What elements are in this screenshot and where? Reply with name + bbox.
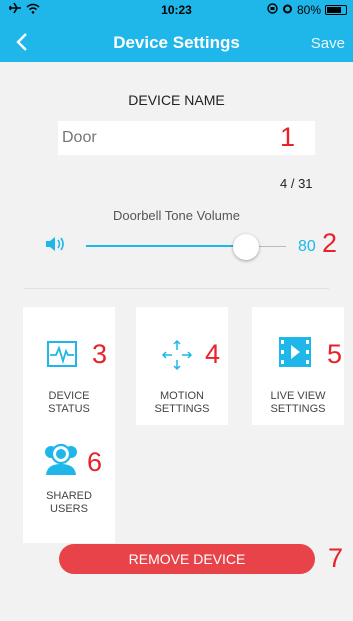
- slider-fill: [86, 245, 246, 247]
- status-bar: 10:23 80%: [0, 0, 353, 20]
- char-count: 4 / 31: [280, 176, 313, 191]
- move-arrows-icon: [160, 338, 194, 377]
- device-name-input[interactable]: [58, 121, 315, 155]
- alarm-icon: [282, 3, 293, 17]
- marker-2: 2: [322, 228, 338, 258]
- divider: [24, 288, 329, 289]
- remove-device-button[interactable]: REMOVE DEVICE: [59, 544, 315, 574]
- save-button[interactable]: Save: [311, 35, 345, 52]
- speaker-icon: [44, 235, 66, 258]
- slider-thumb[interactable]: [233, 234, 259, 260]
- live-view-settings-tile[interactable]: 5 LIVE VIEW SETTINGS: [252, 307, 344, 425]
- battery-percent: 80%: [296, 3, 321, 17]
- tile-label-line1: DEVICE: [48, 390, 90, 402]
- marker-6: 6: [87, 447, 103, 477]
- shared-users-tile[interactable]: 6 SHARED USERS: [23, 425, 115, 543]
- marker-5: 5: [327, 339, 343, 369]
- volume-slider[interactable]: [86, 233, 286, 261]
- volume-label: Doorbell Tone Volume: [113, 208, 240, 223]
- tile-label-line2: USERS: [50, 503, 88, 515]
- video-film-icon: [279, 337, 311, 372]
- tile-label-line2: SETTINGS: [270, 403, 326, 415]
- motion-settings-tile[interactable]: 4 MOTION SETTINGS: [136, 307, 228, 425]
- tile-label-line1: SHARED: [46, 490, 92, 502]
- marker-3: 3: [92, 339, 108, 369]
- marker-4: 4: [205, 339, 221, 369]
- tile-label-line2: SETTINGS: [154, 403, 210, 415]
- rotation-lock-icon: [267, 3, 278, 17]
- battery-icon: [325, 5, 347, 15]
- marker-1: 1: [280, 122, 296, 152]
- activity-monitor-icon: [47, 341, 77, 372]
- header-bar: 10:23 80% Device Settings Save: [0, 0, 353, 62]
- device-name-title: DEVICE NAME: [128, 92, 225, 108]
- tile-label-line1: LIVE VIEW: [270, 390, 326, 402]
- tile-label-line1: MOTION: [160, 390, 204, 402]
- users-icon: [43, 442, 79, 481]
- battery-level-fill: [327, 7, 341, 13]
- tile-label-line2: STATUS: [48, 403, 90, 415]
- marker-7: 7: [328, 543, 344, 573]
- page-title: Device Settings: [113, 33, 240, 52]
- device-status-tile[interactable]: 3 DEVICE STATUS: [23, 307, 115, 425]
- status-right: 80%: [267, 3, 347, 17]
- volume-value: 80: [298, 238, 316, 255]
